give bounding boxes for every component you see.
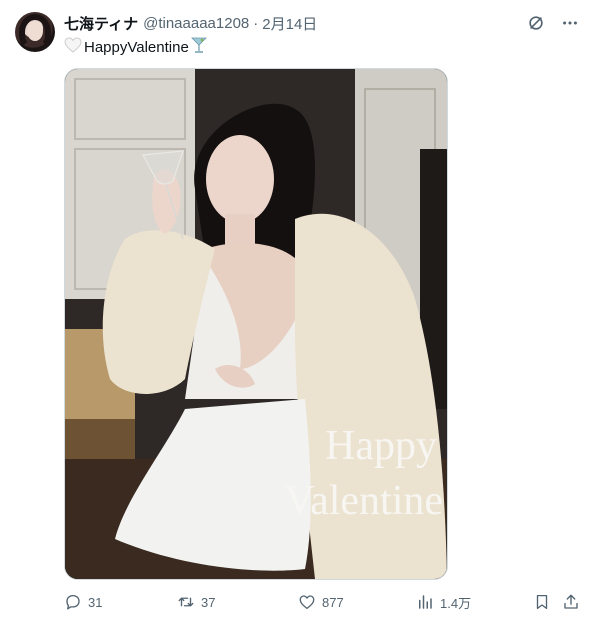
share-button[interactable] bbox=[562, 593, 580, 611]
user-handle[interactable]: @tinaaaaa1208 bbox=[143, 15, 249, 32]
retweet-icon bbox=[178, 597, 194, 607]
cocktail-icon bbox=[190, 36, 207, 58]
face bbox=[206, 135, 274, 223]
grok-icon[interactable] bbox=[526, 13, 546, 33]
avatar[interactable] bbox=[15, 12, 55, 52]
reply-button[interactable]: 31 bbox=[64, 593, 102, 611]
display-name[interactable]: 七海ティナ bbox=[64, 13, 138, 34]
tweet-date[interactable]: 2月14日 bbox=[262, 13, 317, 34]
like-count: 877 bbox=[322, 594, 344, 610]
heart-icon bbox=[299, 595, 315, 610]
white-heart-icon bbox=[64, 37, 82, 57]
views-count: 1.4万 bbox=[440, 595, 472, 611]
bookmark-button[interactable] bbox=[533, 593, 551, 611]
bookmark-icon bbox=[536, 594, 548, 610]
reply-count: 31 bbox=[88, 594, 103, 610]
avatar-face bbox=[27, 21, 43, 41]
action-bar: 31 37 877 1.4万 bbox=[64, 592, 580, 612]
like-button[interactable]: 877 bbox=[298, 593, 344, 611]
reply-icon bbox=[66, 594, 80, 610]
tweet-header: 七海ティナ @tinaaaaa1208 · 2月14日 bbox=[64, 13, 317, 33]
more-icon[interactable] bbox=[560, 13, 580, 33]
views-icon bbox=[419, 595, 432, 609]
tweet-text: HappyValentine bbox=[64, 36, 207, 58]
share-icon bbox=[564, 594, 578, 609]
tweet-body-text: HappyValentine bbox=[84, 38, 189, 56]
image-caption-valentine: Valentine bbox=[284, 478, 443, 524]
retweet-button[interactable]: 37 bbox=[177, 593, 215, 611]
image-caption-happy: Happy bbox=[325, 423, 437, 469]
top-actions bbox=[526, 13, 580, 33]
tweet-photo[interactable]: Happy Valentine bbox=[64, 68, 448, 580]
separator-dot: · bbox=[253, 14, 259, 32]
retweet-count: 37 bbox=[201, 594, 216, 610]
views-button[interactable]: 1.4万 bbox=[416, 593, 471, 612]
